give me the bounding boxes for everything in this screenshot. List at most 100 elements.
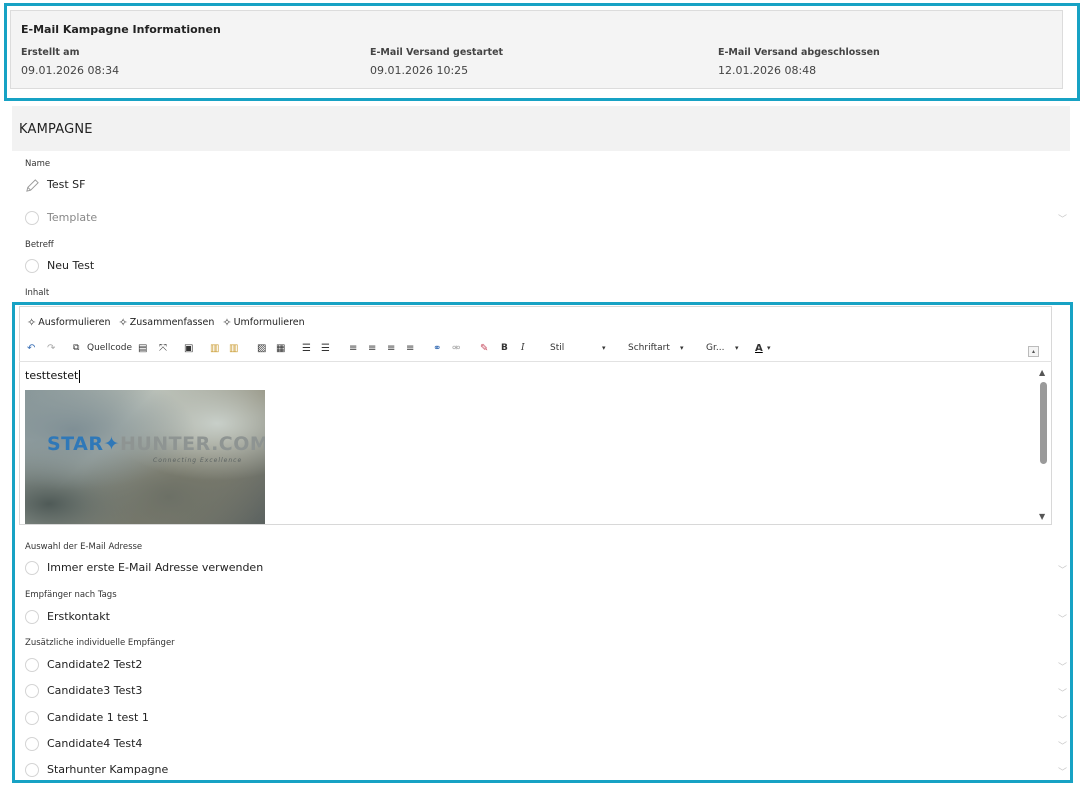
email-choice-label: Auswahl der E-Mail Adresse: [25, 542, 143, 552]
italic-button[interactable]: I: [521, 343, 525, 353]
scroll-down-icon[interactable]: ▼: [1039, 512, 1045, 521]
align-center-icon[interactable]: ≡: [368, 343, 376, 354]
preview-icon[interactable]: ▣: [184, 343, 193, 354]
style-select[interactable]: Stil: [550, 343, 564, 353]
recipient-radio-icon[interactable]: [25, 658, 39, 672]
recipient-radio-icon[interactable]: [25, 684, 39, 698]
chevron-down-icon[interactable]: ﹀: [1058, 660, 1067, 673]
size-select[interactable]: Gr...: [706, 343, 724, 353]
tags-radio-icon[interactable]: [25, 610, 39, 624]
recipient-item[interactable]: Candidate3 Test3: [47, 684, 142, 697]
chevron-down-icon[interactable]: ﹀: [1058, 563, 1067, 576]
paste-text-icon[interactable]: ▥: [210, 343, 219, 354]
ai-button-label: Ausformulieren: [38, 317, 111, 328]
chevron-down-icon[interactable]: ﹀: [1058, 612, 1067, 625]
ai-button-label: Zusammenfassen: [129, 317, 215, 328]
chevron-down-icon[interactable]: ▾: [602, 344, 606, 352]
info-title: E-Mail Kampagne Informationen: [21, 23, 221, 36]
align-left-icon[interactable]: ≡: [349, 343, 357, 354]
unlink-icon[interactable]: ⚮: [452, 343, 460, 354]
numbered-list-icon[interactable]: ☰: [302, 343, 311, 354]
chevron-down-icon[interactable]: ▾: [680, 344, 684, 352]
link-icon[interactable]: ⚭: [433, 343, 441, 354]
undo-icon[interactable]: ↶: [27, 343, 35, 354]
created-label: Erstellt am: [21, 47, 80, 58]
started-label: E-Mail Versand gestartet: [370, 47, 504, 58]
banner-tagline: Connecting Excellence: [153, 457, 243, 464]
maximize-icon[interactable]: ⤧: [159, 343, 167, 354]
align-justify-icon[interactable]: ≡: [406, 343, 414, 354]
email-choice-radio-icon[interactable]: [25, 561, 39, 575]
scroll-up-icon[interactable]: ▲: [1039, 368, 1045, 377]
scroll-thumb[interactable]: [1040, 382, 1047, 464]
text-caret: [79, 369, 81, 383]
logo-hunter-text: HUNTER.COM: [119, 433, 265, 455]
tags-label: Empfänger nach Tags: [25, 590, 117, 600]
content-label: Inhalt: [25, 288, 50, 298]
finished-value: 12.01.2026 08:48: [718, 64, 817, 77]
logo-star-text: STAR: [47, 433, 104, 455]
recipient-radio-icon[interactable]: [25, 737, 39, 751]
recipient-item[interactable]: Starhunter Kampagne: [47, 763, 168, 776]
recipient-radio-icon[interactable]: [25, 711, 39, 725]
editor-toolbar: ↶ ↷ ⧉ Quellcode ▤ ⤧ ▣ ▥ ▥ ▨ ▦ ☰ ☰ ≡ ≡ ≡ …: [19, 338, 1052, 362]
paste-word-icon[interactable]: ▥: [229, 343, 238, 354]
ai-button-ausformulieren[interactable]: ✧ Ausformulieren: [27, 316, 111, 329]
ai-toolbar: ✧ Ausformulieren ✧ Zusammenfassen ✧ Umfo…: [27, 316, 305, 329]
started-value: 09.01.2026 10:25: [370, 64, 469, 77]
name-label: Name: [25, 159, 51, 169]
ai-button-zusammenfassen[interactable]: ✧ Zusammenfassen: [119, 316, 215, 329]
editor-scrollbar[interactable]: ▲ ▼: [1037, 366, 1050, 523]
subject-field[interactable]: Neu Test: [47, 259, 94, 272]
created-block: Erstellt am 09.01.2026 08:34: [21, 47, 119, 77]
campaign-info-panel: E-Mail Kampagne Informationen Erstellt a…: [10, 10, 1063, 89]
finished-block: E-Mail Versand abgeschlossen 12.01.2026 …: [718, 47, 880, 77]
editor-content[interactable]: testtestet: [25, 369, 81, 383]
chevron-down-icon[interactable]: ▾: [767, 344, 771, 352]
extra-recipients-label: Zusätzliche individuelle Empfänger: [25, 638, 175, 648]
chevron-down-icon[interactable]: ﹀: [1058, 739, 1067, 752]
align-right-icon[interactable]: ≡: [387, 343, 395, 354]
chevron-down-icon[interactable]: ﹀: [1058, 765, 1067, 778]
source-button[interactable]: Quellcode: [87, 343, 132, 353]
image-icon[interactable]: ▨: [257, 343, 266, 354]
name-field[interactable]: Test SF: [47, 178, 85, 191]
created-value: 09.01.2026 08:34: [21, 64, 120, 77]
spark-icon: ✧: [118, 316, 128, 329]
recipient-item[interactable]: Candidate4 Test4: [47, 737, 142, 750]
recipient-radio-icon[interactable]: [25, 763, 39, 777]
template-select[interactable]: Template: [47, 211, 97, 224]
pencil-icon[interactable]: [25, 178, 40, 193]
subject-radio-icon[interactable]: [25, 259, 39, 273]
recipient-item[interactable]: Candidate 1 test 1: [47, 711, 149, 724]
email-choice-select[interactable]: Immer erste E-Mail Adresse verwenden: [47, 561, 263, 574]
chevron-down-icon[interactable]: ﹀: [1058, 686, 1067, 699]
banner-logo: STAR✦HUNTER.COM: [47, 433, 265, 455]
eraser-icon[interactable]: ✎: [480, 343, 488, 354]
table-icon[interactable]: ▦: [276, 343, 285, 354]
redo-icon[interactable]: ↷: [47, 343, 55, 354]
collapse-toolbar-icon[interactable]: ▴: [1028, 346, 1039, 357]
ai-button-umformulieren[interactable]: ✧ Umformulieren: [222, 316, 304, 329]
star-person-icon: ✦: [103, 433, 120, 455]
started-block: E-Mail Versand gestartet 09.01.2026 10:2…: [370, 47, 503, 77]
template-radio-icon[interactable]: [25, 211, 39, 225]
finished-label: E-Mail Versand abgeschlossen: [718, 47, 880, 58]
bold-button[interactable]: B: [501, 343, 508, 353]
starhunter-banner-image: STAR✦HUNTER.COM Connecting Excellence: [25, 390, 265, 524]
spark-icon: ✧: [27, 316, 37, 329]
chevron-down-icon[interactable]: ﹀: [1058, 212, 1067, 225]
chevron-down-icon[interactable]: ﹀: [1058, 713, 1067, 726]
tags-select[interactable]: Erstkontakt: [47, 610, 110, 623]
section-title: KAMPAGNE: [19, 122, 93, 137]
document-icon[interactable]: ▤: [138, 343, 147, 354]
subject-label: Betreff: [25, 240, 54, 250]
recipient-item[interactable]: Candidate2 Test2: [47, 658, 142, 671]
ai-button-label: Umformulieren: [233, 317, 305, 328]
chevron-down-icon[interactable]: ▾: [735, 344, 739, 352]
source-icon[interactable]: ⧉: [73, 343, 79, 353]
section-header: KAMPAGNE: [12, 106, 1070, 151]
bullet-list-icon[interactable]: ☰: [321, 343, 330, 354]
font-select[interactable]: Schriftart: [628, 343, 670, 353]
font-color-button[interactable]: A: [755, 343, 763, 354]
